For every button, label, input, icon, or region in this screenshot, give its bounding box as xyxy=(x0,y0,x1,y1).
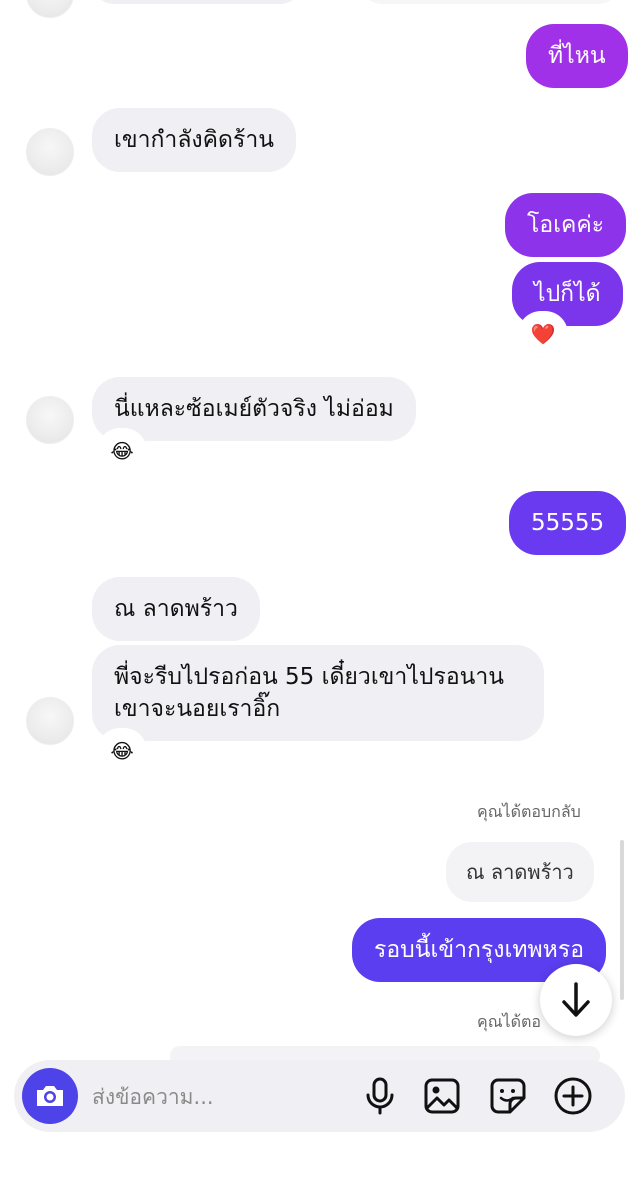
message-line: พี่จะรีบไปรอก่อน 55 เดี๋ยวเขาไปรอนาน xyxy=(114,664,505,690)
sticker-icon xyxy=(490,1078,526,1114)
message-bubble-cropped xyxy=(360,0,620,4)
microphone-icon xyxy=(366,1077,394,1115)
camera-icon xyxy=(37,1086,63,1106)
microphone-button[interactable] xyxy=(360,1076,400,1116)
avatar[interactable] xyxy=(26,0,74,18)
laugh-reaction[interactable]: 😂 xyxy=(100,431,144,471)
replied-message-quote[interactable]: ณ ลาดพร้าว xyxy=(446,842,594,902)
incoming-message[interactable]: เขากำลังคิดร้าน xyxy=(92,108,296,172)
outgoing-message[interactable]: ไปก็ได้ xyxy=(512,262,623,326)
reply-label: คุณได้ตอบกลับ xyxy=(477,802,581,821)
scroll-to-bottom-button[interactable] xyxy=(540,964,612,1036)
message-line: เขาจะนอยเราอิ๊ก xyxy=(114,696,281,722)
sticker-button[interactable] xyxy=(488,1076,528,1116)
avatar[interactable] xyxy=(26,128,74,176)
heart-icon: ❤️ xyxy=(530,322,556,346)
incoming-message[interactable]: ณ ลาดพร้าว xyxy=(92,577,260,641)
avatar[interactable] xyxy=(26,697,74,745)
laughing-face-icon: 😂 xyxy=(110,739,134,763)
gallery-button[interactable] xyxy=(422,1076,462,1116)
outgoing-message[interactable]: โอเคค่ะ xyxy=(505,193,627,257)
camera-button[interactable] xyxy=(22,1068,78,1124)
plus-icon xyxy=(554,1077,592,1115)
avatar[interactable] xyxy=(26,396,74,444)
scrollbar[interactable] xyxy=(620,840,624,1000)
message-bubble-cropped xyxy=(92,0,302,4)
laughing-face-icon: 😂 xyxy=(110,439,134,463)
heart-reaction[interactable]: ❤️ xyxy=(521,314,565,354)
message-composer xyxy=(14,1060,625,1132)
chat-thread[interactable]: ที่ไหน เขากำลังคิดร้าน โอเคค่ะ ไปก็ได้ ❤… xyxy=(0,0,639,1200)
incoming-message[interactable]: พี่จะรีบไปรอก่อน 55 เดี๋ยวเขาไปรอนาน เขา… xyxy=(92,645,544,741)
message-input[interactable] xyxy=(90,1074,354,1120)
outgoing-message[interactable]: ที่ไหน xyxy=(526,24,628,88)
gallery-icon xyxy=(424,1078,460,1114)
add-button[interactable] xyxy=(553,1076,593,1116)
outgoing-message[interactable]: 55555 xyxy=(509,491,627,555)
reply-label: คุณได้ตอ xyxy=(477,1012,541,1031)
laugh-reaction[interactable]: 😂 xyxy=(100,731,144,771)
incoming-message[interactable]: นี่แหละซ้อเมย์ตัวจริง ไม่อ่อม xyxy=(92,377,416,441)
arrow-down-icon xyxy=(562,982,590,1017)
